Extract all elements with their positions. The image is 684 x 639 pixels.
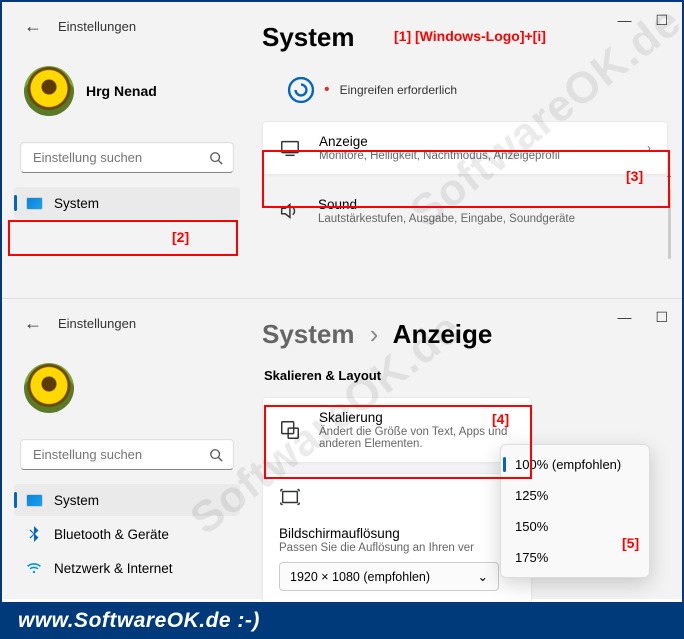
card-sound[interactable]: Sound Lautstärkestufen, Ausgabe, Eingabe…: [262, 185, 668, 237]
display-icon: [279, 137, 301, 159]
search-input[interactable]: [33, 150, 209, 165]
card-title: Sound: [318, 197, 652, 212]
search-icon: [209, 448, 223, 462]
status-icon: [288, 77, 314, 103]
chevron-down-icon: ⌄: [478, 569, 488, 584]
avatar: [24, 66, 74, 116]
sidebar-item-label: Netzwerk & Internet: [54, 561, 173, 576]
username: Hrg Nenad: [86, 83, 157, 99]
card-scaling[interactable]: Skalierung Ändert die Größe von Text, Ap…: [262, 397, 532, 463]
avatar: [24, 363, 74, 413]
search-input[interactable]: [33, 447, 209, 462]
card-title: Bildschirmauflösung: [279, 526, 515, 541]
search-icon: [209, 151, 223, 165]
status-row: • Eingreifen erforderlich: [288, 77, 668, 103]
dropdown-item[interactable]: 150%: [501, 511, 649, 542]
sidebar-item-network[interactable]: Netzwerk & Internet: [14, 552, 240, 584]
search-box[interactable]: [20, 439, 234, 470]
user-profile[interactable]: [24, 363, 240, 413]
system-icon: [26, 195, 42, 211]
dropdown-item[interactable]: 125%: [501, 480, 649, 511]
header-label: Einstellungen: [58, 19, 136, 34]
card-subtitle: Ändert die Größe von Text, Apps und ande…: [319, 426, 515, 450]
system-icon: [26, 492, 42, 508]
page-title: System: [262, 22, 668, 53]
bluetooth-icon: [26, 526, 42, 542]
user-profile[interactable]: Hrg Nenad: [24, 66, 240, 116]
search-box[interactable]: [20, 142, 234, 173]
resolution-select[interactable]: 1920 × 1080 (empfohlen) ⌄: [279, 562, 499, 591]
card-subtitle: Passen Sie die Auflösung an Ihren ver: [279, 542, 515, 554]
card-resolution[interactable]: Bildschirmauflösung Passen Sie die Auflö…: [262, 473, 532, 604]
card-display[interactable]: Anzeige Monitore, Helligkeit, Nachtmodus…: [262, 121, 668, 175]
sidebar-item-system[interactable]: System: [14, 187, 240, 219]
sound-icon: [278, 200, 300, 222]
back-button[interactable]: ←: [24, 16, 42, 37]
sidebar-item-system[interactable]: System: [14, 484, 240, 516]
header-label: Einstellungen: [58, 316, 136, 331]
select-value: 1920 × 1080 (empfohlen): [290, 570, 430, 584]
back-button[interactable]: ←: [24, 313, 42, 334]
card-subtitle: Lautstärkestufen, Ausgabe, Eingabe, Soun…: [318, 213, 652, 225]
crumb-current: Anzeige: [393, 319, 493, 349]
breadcrumb: System › Anzeige: [262, 319, 668, 350]
wifi-icon: [26, 560, 42, 576]
chevron-right-icon: ›: [647, 141, 651, 155]
scaling-dropdown[interactable]: 100% (empfohlen) 125% 150% 175%: [500, 444, 650, 578]
dropdown-item[interactable]: 100% (empfohlen): [501, 449, 649, 480]
card-subtitle: Monitore, Helligkeit, Nachtmodus, Anzeig…: [319, 150, 629, 162]
sidebar-item-label: Bluetooth & Geräte: [54, 527, 169, 542]
crumb-parent[interactable]: System: [262, 319, 355, 349]
sidebar-item-label: System: [54, 493, 99, 508]
scaling-icon: [279, 419, 301, 441]
status-text: Eingreifen erforderlich: [340, 83, 457, 97]
annotation-2: [2]: [172, 229, 189, 245]
resolution-icon: [279, 486, 301, 508]
sidebar-item-label: System: [54, 196, 99, 211]
card-title: Anzeige: [319, 134, 629, 149]
annotation-box-2: [8, 220, 238, 256]
section-heading: Skalieren & Layout: [264, 368, 668, 383]
dropdown-item[interactable]: 175%: [501, 542, 649, 573]
sidebar-item-bluetooth[interactable]: Bluetooth & Geräte: [14, 518, 240, 550]
card-title: Skalierung: [319, 410, 515, 425]
chevron-right-icon: ›: [370, 319, 379, 349]
footer: www.SoftwareOK.de :-): [0, 602, 684, 639]
